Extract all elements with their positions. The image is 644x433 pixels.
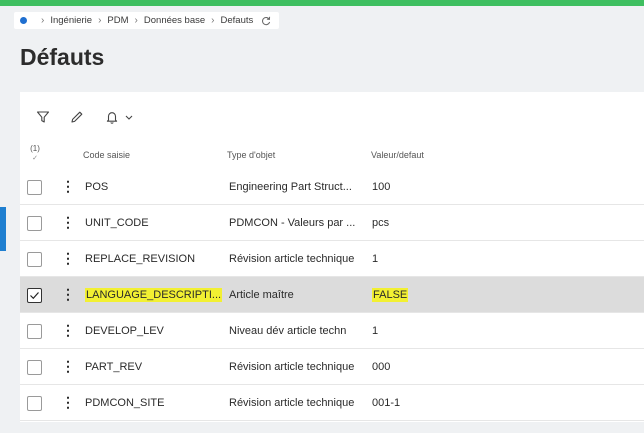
cell-value: pcs xyxy=(372,217,390,229)
top-accent-bar xyxy=(0,0,644,6)
column-header-code-saisie[interactable]: Code saisie xyxy=(83,150,130,160)
chevron-right-icon: › xyxy=(211,15,215,26)
row-checkbox[interactable] xyxy=(27,360,42,375)
breadcrumb-item-defauts[interactable]: Defauts xyxy=(221,15,254,26)
cell-value: 1 xyxy=(372,253,379,265)
row-checkbox[interactable] xyxy=(27,396,42,411)
highlighted-value: FALSE xyxy=(372,288,409,302)
table-row[interactable]: ⋮ PDMCON_SITE Révision article technique… xyxy=(20,385,644,421)
table-row[interactable]: ⋮ UNIT_CODE PDMCON - Valeurs par ... pcs xyxy=(20,205,644,241)
breadcrumb-item-donnees-base[interactable]: Données base xyxy=(144,15,205,26)
more-vert-icon[interactable]: ⋮ xyxy=(61,287,75,301)
pencil-icon[interactable] xyxy=(69,109,85,125)
cell-type: Révision article technique xyxy=(229,397,355,409)
column-header-type-objet[interactable]: Type d'objet xyxy=(227,150,275,160)
more-vert-icon[interactable]: ⋮ xyxy=(61,359,75,373)
more-vert-icon[interactable]: ⋮ xyxy=(61,179,75,193)
more-vert-icon[interactable]: ⋮ xyxy=(61,395,75,409)
more-vert-icon[interactable]: ⋮ xyxy=(61,251,75,265)
filter-icon[interactable] xyxy=(35,109,51,125)
cell-value: 1 xyxy=(372,325,379,337)
column-header-valeur-defaut[interactable]: Valeur/defaut xyxy=(371,150,424,160)
cell-code: LANGUAGE_DESCRIPTI... xyxy=(85,288,223,302)
cell-type: Article maître xyxy=(229,289,294,301)
row-checkbox[interactable] xyxy=(27,216,42,231)
breadcrumb-item-ingenierie[interactable]: Ingénierie xyxy=(50,15,92,26)
refresh-icon[interactable] xyxy=(261,16,271,26)
table-row[interactable]: ⋮ POS Engineering Part Struct... 100 xyxy=(20,169,644,205)
more-vert-icon[interactable]: ⋮ xyxy=(61,323,75,337)
bell-icon[interactable] xyxy=(104,109,120,125)
list-panel: (1) ✓ Code saisie Type d'objet Valeur/def… xyxy=(20,92,644,422)
row-checkbox[interactable] xyxy=(27,180,42,195)
cell-code: DEVELOP_LEV xyxy=(85,325,164,337)
page-title: Défauts xyxy=(20,44,105,70)
cell-code: PDMCON_SITE xyxy=(85,397,165,409)
side-nav-indicator xyxy=(0,207,6,251)
breadcrumb-item-pdm[interactable]: PDM xyxy=(107,15,128,26)
chevron-right-icon: › xyxy=(134,15,138,26)
highlighted-code: LANGUAGE_DESCRIPTI... xyxy=(85,288,223,302)
table-row-selected[interactable]: ⋮ LANGUAGE_DESCRIPTI... Article maître F… xyxy=(20,277,644,313)
cell-value: 000 xyxy=(372,361,391,373)
breadcrumb: › Ingénierie › PDM › Données base › Defa… xyxy=(14,12,280,29)
row-checkbox[interactable] xyxy=(27,324,42,339)
row-checkbox-checked[interactable] xyxy=(27,288,42,303)
cell-type: Révision article technique xyxy=(229,253,355,265)
cell-code: UNIT_CODE xyxy=(85,217,149,229)
table-header: (1) ✓ Code saisie Type d'objet Valeur/def… xyxy=(20,142,644,170)
cell-type: Niveau dév article techn xyxy=(229,325,347,337)
cell-type: Révision article technique xyxy=(229,361,355,373)
table-row[interactable]: ⋮ PART_REV Révision article technique 00… xyxy=(20,349,644,385)
table-row[interactable]: ⋮ DEVELOP_LEV Niveau dév article techn 1 xyxy=(20,313,644,349)
chevron-right-icon: › xyxy=(41,15,45,26)
cell-code: REPLACE_REVISION xyxy=(85,253,196,265)
cell-type: PDMCON - Valeurs par ... xyxy=(229,217,356,229)
table-row[interactable]: ⋮ REPLACE_REVISION Révision article tech… xyxy=(20,241,644,277)
cell-type: Engineering Part Struct... xyxy=(229,181,352,193)
cell-value: FALSE xyxy=(372,288,409,302)
cell-value: 100 xyxy=(372,181,391,193)
cell-value: 001-1 xyxy=(372,397,401,409)
row-checkbox[interactable] xyxy=(27,252,42,267)
chevron-right-icon: › xyxy=(98,15,102,26)
toolbar xyxy=(20,92,644,142)
more-vert-icon[interactable]: ⋮ xyxy=(61,215,75,229)
home-dot-icon[interactable] xyxy=(20,17,27,24)
cell-code: POS xyxy=(85,181,109,193)
cell-code: PART_REV xyxy=(85,361,143,373)
chevron-down-icon[interactable] xyxy=(123,110,135,126)
selection-count[interactable]: (1) ✓ xyxy=(29,144,41,163)
